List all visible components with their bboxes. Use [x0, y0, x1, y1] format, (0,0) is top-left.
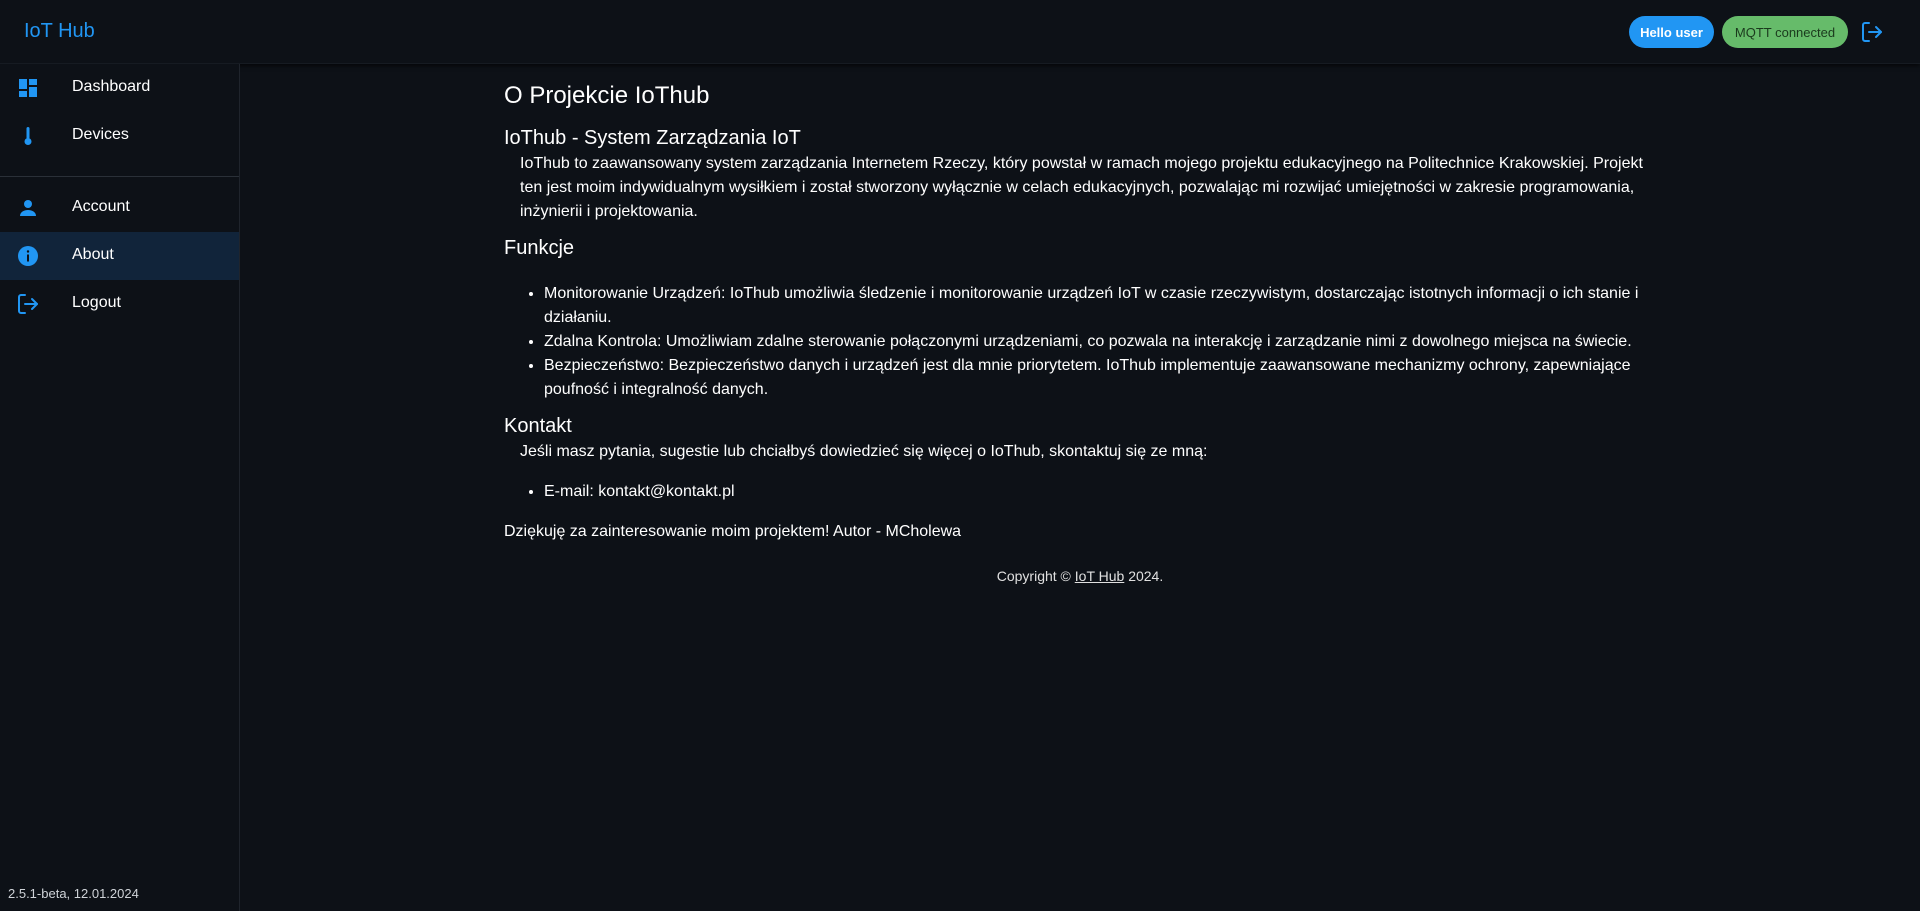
hello-user-badge: Hello user [1629, 16, 1714, 48]
sidebar-item-devices[interactable]: Devices [0, 112, 239, 160]
copyright-link[interactable]: IoT Hub [1075, 568, 1125, 584]
sidebar-item-about[interactable]: About [0, 232, 239, 280]
copyright-prefix: Copyright © [996, 568, 1075, 584]
app-bar: IoT Hub Hello user MQTT connected [0, 0, 1920, 64]
list-item: Zdalna Kontrola: Umożliwiam zdalne stero… [544, 330, 1656, 354]
features-heading: Funkcje [504, 237, 575, 259]
contact-heading: Kontakt [504, 415, 572, 437]
sidebar-item-label: Dashboard [72, 78, 151, 95]
contact-intro: Jeśli masz pytania, sugestie lub chciałb… [520, 443, 1208, 460]
logout-icon [16, 292, 40, 316]
logout-icon[interactable] [1860, 20, 1884, 44]
app-version: 2.5.1-beta, 12.01.2024 [8, 886, 139, 901]
thermometer-icon [16, 124, 40, 148]
dashboard-icon [16, 76, 40, 100]
sidebar-item-account[interactable]: Account [0, 184, 239, 232]
sidebar-item-label: Logout [72, 294, 121, 311]
sidebar-item-label: About [72, 246, 114, 263]
thanks-text: Dziękuję za zainteresowanie moim projekt… [504, 523, 962, 540]
copyright-suffix: 2024. [1124, 568, 1164, 584]
sidebar-item-label: Account [72, 198, 130, 215]
about-content: O Projekcie IoThub IoThub - System Zarzą… [504, 80, 1656, 584]
brand-title[interactable]: IoT Hub [24, 20, 95, 43]
contact-list: E-mail: kontakt@kontakt.pl [504, 480, 1656, 504]
info-icon [16, 244, 40, 268]
features-list: Monitorowanie Urządzeń: IoThub umożliwia… [504, 282, 1656, 402]
section-subtitle: IoThub - System Zarządzania IoT [504, 127, 801, 149]
mqtt-status-badge: MQTT connected [1722, 16, 1848, 48]
copyright: Copyright © IoT Hub 2024. [504, 568, 1656, 584]
person-icon [16, 196, 40, 220]
page-title: O Projekcie IoThub [504, 82, 710, 109]
email-item: E-mail: kontakt@kontakt.pl [544, 480, 1656, 504]
sidebar-item-label: Devices [72, 126, 129, 143]
sidebar-item-dashboard[interactable]: Dashboard [0, 64, 239, 112]
sidebar-divider [0, 176, 239, 177]
list-item: Bezpieczeństwo: Bezpieczeństwo danych i … [544, 354, 1656, 402]
sidebar-item-logout[interactable]: Logout [0, 280, 239, 328]
list-item: Monitorowanie Urządzeń: IoThub umożliwia… [544, 282, 1656, 330]
intro-paragraph: IoThub to zaawansowany system zarządzani… [520, 155, 1643, 220]
sidebar: Dashboard Devices Account About Logout 2… [0, 64, 240, 911]
